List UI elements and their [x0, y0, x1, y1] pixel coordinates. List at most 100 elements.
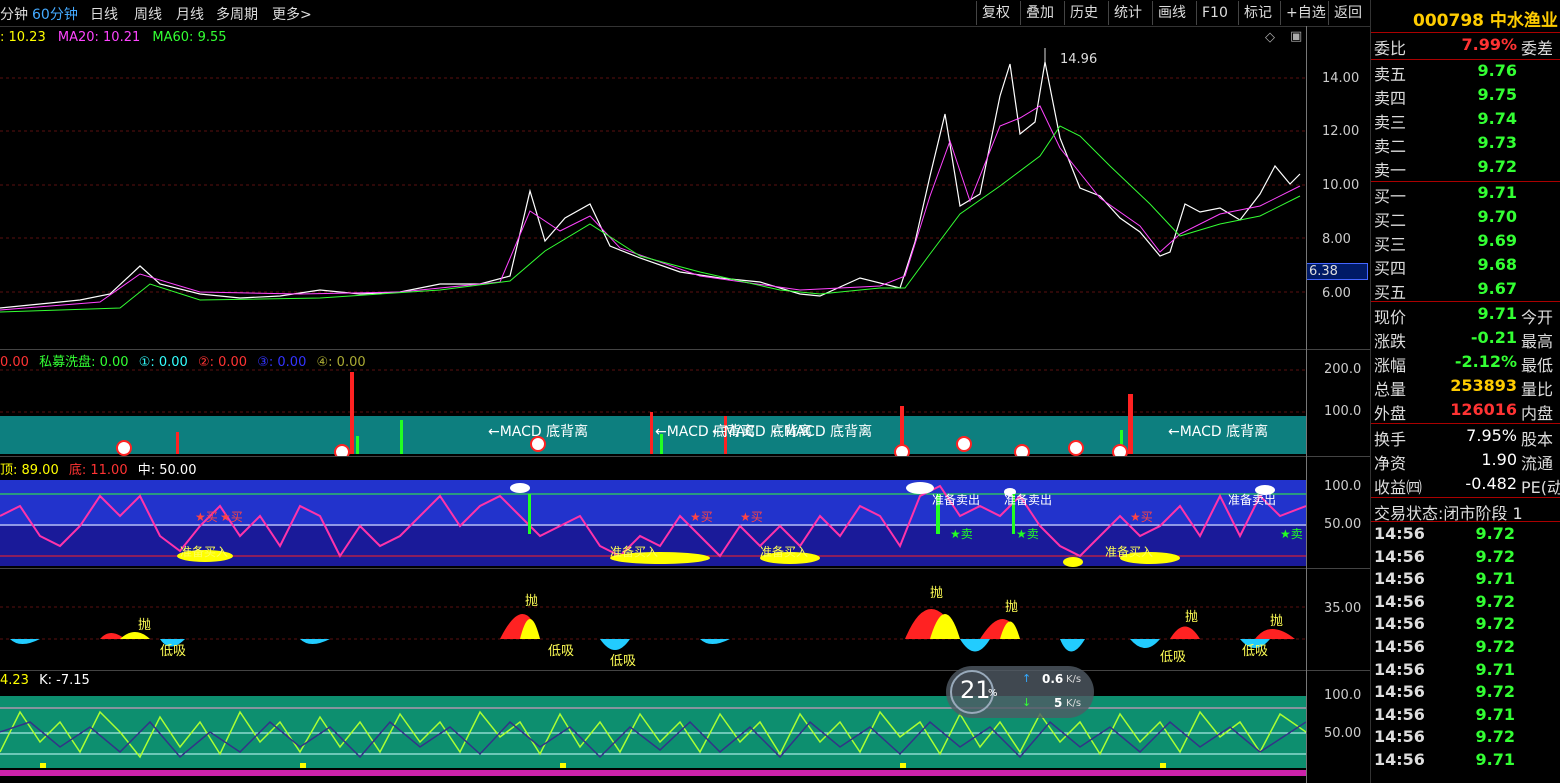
tick-price: 9.71	[1475, 704, 1515, 724]
tick-time: 14:56	[1374, 750, 1425, 769]
bid-price: 9.68	[1477, 255, 1517, 274]
prepare-buy-label: 准备买入	[610, 545, 658, 559]
y-tick-10: 10.00	[1322, 178, 1360, 193]
p4-y-tick-35: 35.00	[1324, 601, 1362, 616]
bid-price: 9.69	[1477, 231, 1517, 250]
bid-price: 9.67	[1477, 279, 1517, 298]
stat-value: 126016	[1450, 400, 1517, 419]
bid-label: 买一	[1374, 187, 1407, 206]
upload-rate-unit: K/s	[1066, 674, 1082, 685]
back-button[interactable]: 返回	[1328, 1, 1367, 25]
tab-multi-period[interactable]: 多周期	[216, 4, 258, 24]
tick-price: 9.71	[1475, 569, 1515, 589]
tick-row: 14:56 9.72	[1371, 524, 1560, 548]
ask-label: 卖五	[1374, 65, 1407, 84]
price-chart: 14.96	[0, 48, 1306, 313]
prepare-buy-label: 准备买入	[180, 545, 228, 559]
tick-time: 14:56	[1374, 614, 1425, 634]
network-speed-widget[interactable]: 21 % ↑ 0.6 K/s ↓ 5 K/s	[946, 666, 1094, 718]
mark-button[interactable]: 标记	[1238, 1, 1277, 25]
stat-value: -0.21	[1470, 328, 1517, 347]
tab-60min[interactable]: 60分钟	[32, 4, 78, 24]
tick-price: 9.71	[1475, 659, 1515, 679]
bid-price: 9.71	[1477, 183, 1517, 202]
tick-price: 9.72	[1475, 591, 1515, 611]
tick-time: 14:56	[1374, 659, 1425, 679]
tab-minute[interactable]: 分钟	[0, 4, 28, 24]
prepare-buy-label: 准备买入	[1105, 545, 1153, 559]
tick-time: 14:56	[1374, 637, 1425, 656]
bid-price: 9.70	[1477, 207, 1517, 226]
tick-time: 14:56	[1374, 524, 1425, 543]
tick-time: 14:56	[1374, 546, 1425, 566]
throw-label: 抛	[1185, 610, 1198, 625]
ma60-line	[0, 125, 1301, 313]
prepare-buy-label: 准备买入	[760, 545, 808, 559]
current-price-tag: 6.38	[1306, 263, 1368, 280]
tab-monthly[interactable]: 月线	[176, 4, 204, 24]
p5-y-tick-50: 50.00	[1324, 726, 1362, 741]
ask-label: 卖一	[1374, 161, 1407, 180]
buy-star-label: ★买	[220, 510, 243, 524]
throw-label: 抛	[1005, 600, 1018, 615]
bid-row[interactable]: 买四 9.68	[1371, 255, 1560, 279]
ask-row[interactable]: 卖二 9.73	[1371, 133, 1560, 157]
restore-rights-button[interactable]: 复权	[976, 1, 1015, 25]
download-arrow-icon: ↓	[1022, 696, 1032, 709]
stat-row: 涨幅 -2.12% 最低	[1371, 352, 1560, 376]
weicha-label: 委差	[1521, 39, 1554, 58]
throw-label: 抛	[930, 586, 943, 601]
speed-percent-unit: %	[988, 688, 998, 699]
ask-price: 9.73	[1477, 133, 1517, 152]
overlay-button[interactable]: 叠加	[1020, 1, 1059, 25]
bid-row[interactable]: 买五 9.67	[1371, 279, 1560, 303]
bid-row[interactable]: 买三 9.69	[1371, 231, 1560, 255]
bid-row[interactable]: 买一 9.71	[1371, 183, 1560, 207]
panel4-chart: 抛 抛 抛 抛 抛 抛 低吸 低吸 低吸 低吸 低吸	[0, 586, 1306, 669]
peak-price-label: 14.96	[1060, 52, 1097, 67]
tick-price: 9.72	[1475, 614, 1515, 634]
p2-y-tick-100: 100.0	[1324, 404, 1362, 419]
stat-value: 9.71	[1477, 304, 1517, 323]
y-tick-14: 14.00	[1322, 71, 1360, 86]
p3-y-tick-100: 100.0	[1324, 479, 1362, 494]
prepare-sell-label: 准备卖出	[932, 493, 980, 507]
tab-more[interactable]: 更多>	[272, 4, 312, 24]
stat-label: 外盘	[1374, 404, 1407, 423]
statistics-button[interactable]: 统计	[1108, 1, 1147, 25]
stat-label: 涨幅	[1374, 356, 1407, 375]
stock-code-name: 000798 中水渔业	[1413, 11, 1558, 31]
tick-row: 14:56 9.72	[1371, 637, 1560, 661]
legend-item: 4.23	[0, 673, 29, 688]
ask-row[interactable]: 卖一 9.72	[1371, 157, 1560, 181]
ask-row[interactable]: 卖三 9.74	[1371, 109, 1560, 133]
tick-row: 14:56 9.71	[1371, 750, 1560, 774]
absorb-label: 低吸	[160, 644, 186, 659]
ask-row[interactable]: 卖五 9.76	[1371, 61, 1560, 85]
stat-extra-label: 今开	[1521, 308, 1554, 327]
stat-extra-label: 最低	[1521, 356, 1554, 375]
ask-row[interactable]: 卖四 9.75	[1371, 85, 1560, 109]
add-watchlist-button[interactable]: +自选	[1280, 1, 1331, 25]
y-tick-12: 12.00	[1322, 124, 1360, 139]
ask-price: 9.76	[1477, 61, 1517, 80]
stat-label: 涨跌	[1374, 332, 1407, 351]
tab-daily[interactable]: 日线	[90, 4, 118, 24]
f10-button[interactable]: F10	[1196, 1, 1233, 25]
y-tick-8: 8.00	[1322, 232, 1351, 247]
tick-time: 14:56	[1374, 591, 1425, 611]
sell-star-label: ★卖	[1016, 527, 1039, 541]
legend-item: K: -7.15	[39, 673, 90, 688]
tick-price: 9.72	[1475, 727, 1515, 747]
history-button[interactable]: 历史	[1064, 1, 1103, 25]
bid-row[interactable]: 买二 9.70	[1371, 207, 1560, 231]
panel2-chart: ←MACD 底背离 ←MACD 底背离 ←MACD 底背离 ←MACD 底背离 …	[0, 369, 1306, 456]
macd-divergence-label: ←MACD 底背离	[1168, 423, 1268, 440]
divider	[0, 670, 1370, 671]
tab-weekly[interactable]: 周线	[134, 4, 162, 24]
draw-line-button[interactable]: 画线	[1152, 1, 1191, 25]
ask-price: 9.75	[1477, 85, 1517, 104]
bid-label: 买三	[1374, 235, 1407, 254]
bid-label: 买二	[1374, 211, 1407, 230]
stat-row: 总量 253893 量比	[1371, 376, 1560, 400]
